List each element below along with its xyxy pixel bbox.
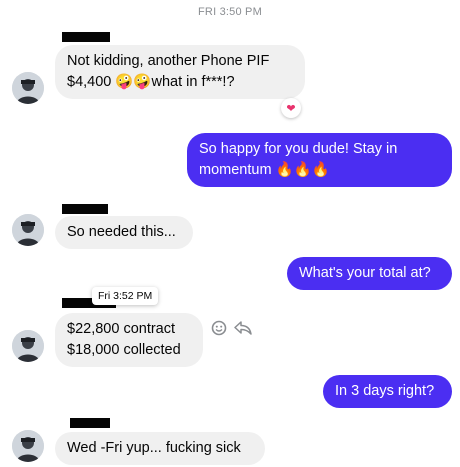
timestamp-tooltip: Fri 3:52 PM — [92, 287, 159, 305]
avatar[interactable] — [12, 430, 44, 462]
redacted-sender-name — [62, 32, 110, 42]
reaction-emoji: ❤ — [286, 102, 296, 115]
message-text: In 3 days right? — [335, 383, 435, 399]
redacted-sender-name — [62, 204, 108, 214]
message-text: $18,000 collected — [67, 342, 181, 358]
message-bubble-outgoing[interactable]: So happy for you dude! Stay in momentum … — [187, 133, 452, 187]
message-text: So needed this... — [67, 224, 176, 240]
message-bubble-outgoing[interactable]: In 3 days right? — [323, 375, 452, 408]
avatar[interactable] — [12, 330, 44, 362]
message-bubble-incoming[interactable]: Not kidding, another Phone PIF $4,400 🤪🤪… — [55, 45, 305, 99]
message-text: momentum 🔥🔥🔥 — [199, 162, 330, 178]
message-text: Wed -Fri yup... fucking sick — [67, 440, 241, 456]
redacted-sender-name — [70, 418, 110, 428]
message-bubble-outgoing[interactable]: What's your total at? — [287, 257, 452, 290]
message-text: $22,800 contract — [67, 321, 176, 337]
message-bubble-incoming[interactable]: Wed -Fri yup... fucking sick — [55, 432, 265, 465]
message-text: Not kidding, another Phone PIF — [67, 53, 270, 69]
reply-arrow-icon[interactable] — [234, 321, 252, 340]
avatar[interactable] — [12, 72, 44, 104]
smiley-icon[interactable] — [211, 320, 227, 341]
heart-icon[interactable]: ❤ — [281, 98, 301, 118]
conversation-timestamp: FRI 3:50 PM — [198, 6, 262, 18]
message-text: So happy for you dude! Stay in — [199, 141, 398, 157]
message-text: $4,400 🤪🤪what in f***!? — [67, 74, 235, 90]
message-bubble-incoming[interactable]: $22,800 contract $18,000 collected — [55, 313, 203, 367]
message-bubble-incoming[interactable]: So needed this... — [55, 216, 193, 249]
message-text: What's your total at? — [299, 265, 431, 281]
avatar[interactable] — [12, 214, 44, 246]
